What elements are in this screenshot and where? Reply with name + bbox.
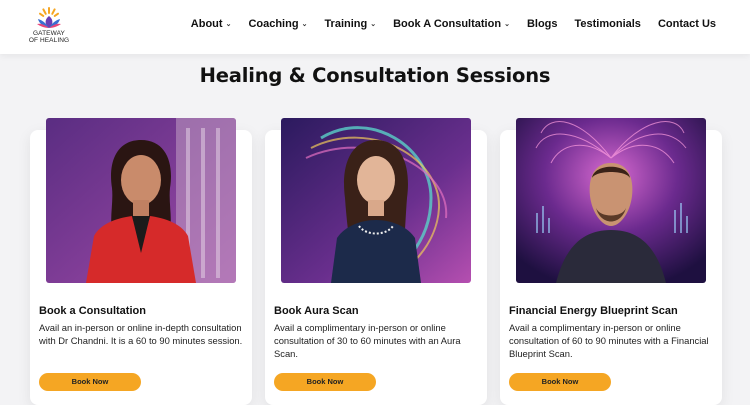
chevron-down-icon: ⌄ xyxy=(225,20,232,28)
book-now-button[interactable]: Book Now xyxy=(509,373,611,391)
nav-item-testimonials[interactable]: Testimonials xyxy=(575,18,641,30)
logo-text-line2: OF HEALING xyxy=(28,37,70,44)
card-title: Financial Energy Blueprint Scan xyxy=(509,305,678,317)
logo-text-line1: GATEWAY xyxy=(33,30,65,37)
nav-label: About xyxy=(190,18,223,30)
nav-item-blogs[interactable]: Blogs xyxy=(527,18,558,30)
card-description: Avail a complimentary in-person or onlin… xyxy=(509,322,709,359)
card-title: Book Aura Scan xyxy=(274,305,359,317)
nav-item-coaching[interactable]: Coaching ⌄ xyxy=(248,18,307,30)
nav-label: Coaching xyxy=(248,18,299,30)
aura-scan-photo xyxy=(281,118,471,283)
aura-scan-photo-graphic xyxy=(281,118,471,283)
main-nav: About ⌄ Coaching ⌄ Training ⌄ Book A Con… xyxy=(191,18,716,30)
chevron-down-icon: ⌄ xyxy=(301,20,308,28)
nav-item-training[interactable]: Training ⌄ xyxy=(324,18,376,30)
book-now-button[interactable]: Book Now xyxy=(39,373,141,391)
nav-label: Blogs xyxy=(526,18,558,30)
nav-item-about[interactable]: About ⌄ xyxy=(191,18,232,30)
nav-item-book-consultation[interactable]: Book A Consultation ⌄ xyxy=(393,18,510,30)
card-description: Avail a complimentary in-person or onlin… xyxy=(274,322,461,359)
chevron-down-icon: ⌄ xyxy=(370,20,377,28)
nav-label: Book A Consultation xyxy=(393,18,502,30)
consultant-photo-graphic xyxy=(46,118,236,283)
chevron-down-icon: ⌄ xyxy=(504,20,510,28)
nav-label: Contact Us xyxy=(657,18,716,30)
nav-label: Testimonials xyxy=(574,18,641,30)
site-header: GATEWAY OF HEALING About ⌄ Coaching ⌄ Tr… xyxy=(0,0,750,54)
brand-logo[interactable]: GATEWAY OF HEALING xyxy=(26,6,72,48)
session-card-consultation: Book a Consultation Avail an in-person o… xyxy=(30,118,252,405)
book-now-button[interactable]: Book Now xyxy=(274,373,376,391)
card-description: Avail an in-person or online in-depth co… xyxy=(39,322,243,346)
lotus-logo-icon xyxy=(37,7,61,28)
session-card-aura-scan: Book Aura Scan Avail a complimentary in-… xyxy=(265,118,487,405)
page-title: Healing & Consultation Sessions xyxy=(199,64,551,87)
card-title: Book a Consultation xyxy=(39,305,146,317)
financial-scan-photo-graphic xyxy=(516,118,706,283)
nav-label: Training xyxy=(324,18,368,30)
nav-item-contact-us[interactable]: Contact Us xyxy=(658,18,716,30)
consultant-photo xyxy=(46,118,236,283)
financial-scan-photo xyxy=(516,118,706,283)
session-card-financial-blueprint: Financial Energy Blueprint Scan Avail a … xyxy=(500,118,722,405)
